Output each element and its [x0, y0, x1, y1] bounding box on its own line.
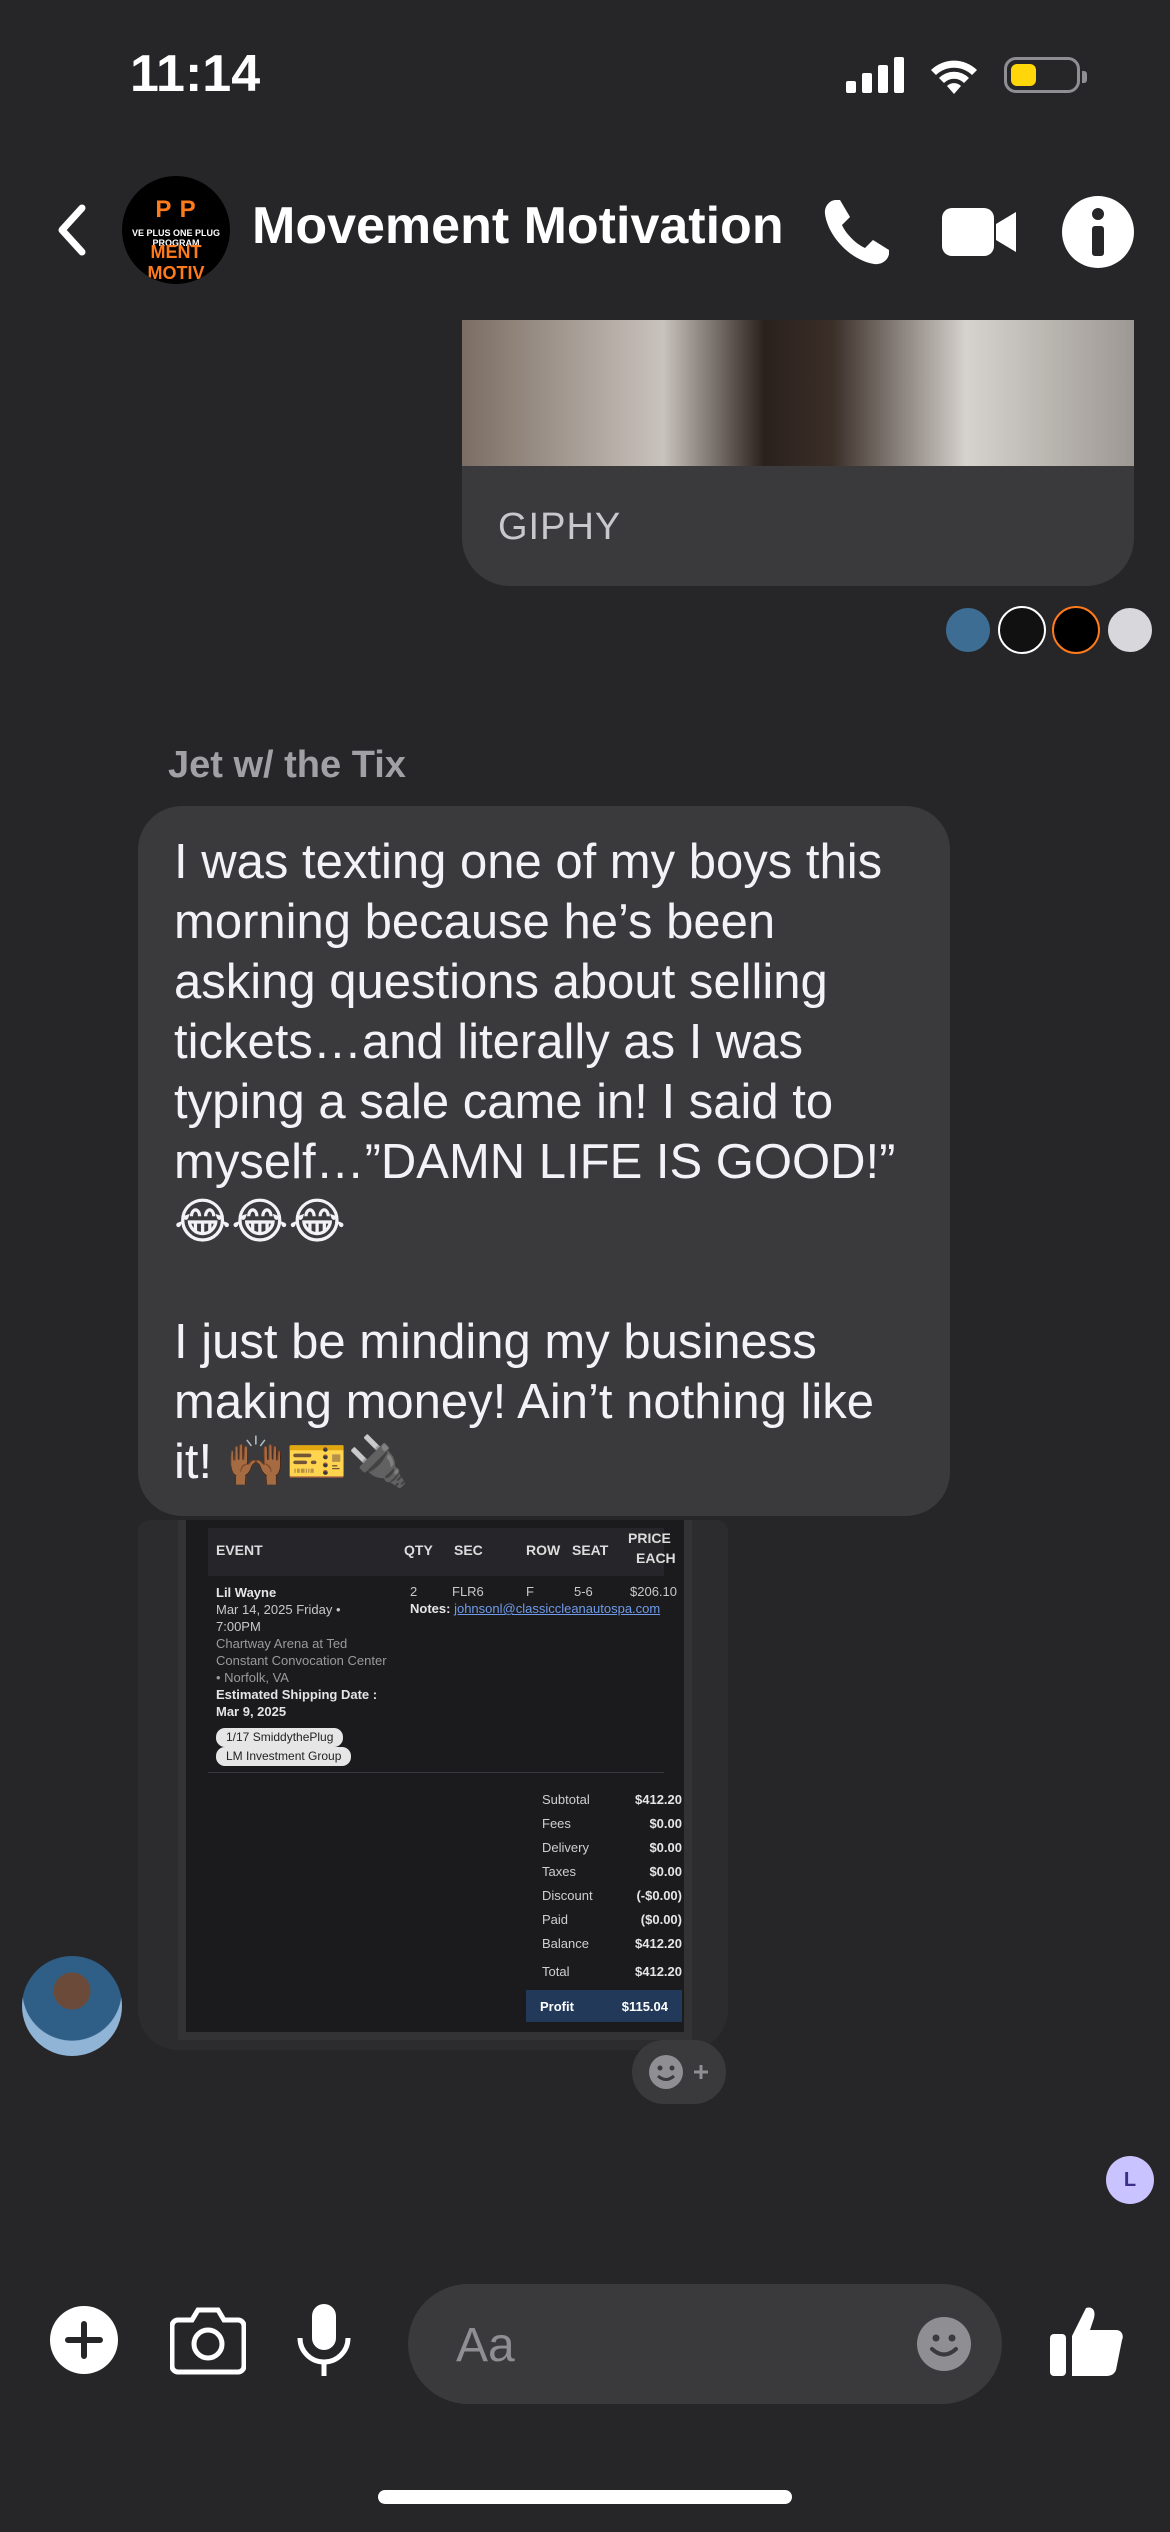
total-row-total: Total $412.20 [542, 1964, 682, 1979]
venue-line: Chartway Arena at Ted [216, 1636, 348, 1651]
profit-value: $115.04 [621, 1998, 668, 2014]
info-icon[interactable] [1058, 192, 1138, 272]
message-text: I was texting one of my boys this mornin… [174, 835, 896, 1489]
microphone-icon[interactable] [292, 2300, 356, 2380]
tag-pill: LM Investment Group [216, 1747, 352, 1766]
col-price: PRICE [628, 1530, 671, 1546]
receipt-header-row: EVENT QTY SEC ROW SEAT PRICE EACH [208, 1528, 676, 1576]
giphy-image [462, 320, 1134, 466]
total-row-balance: Balance $412.20 [542, 1936, 682, 1951]
read-receipts[interactable] [944, 606, 1154, 654]
event-time: 7:00PM [216, 1619, 261, 1634]
profit-row: Profit $115.04 [526, 1990, 682, 2022]
wifi-icon [931, 60, 977, 94]
col-event: EVENT [216, 1542, 263, 1558]
receipt-image-message[interactable]: EVENT QTY SEC ROW SEAT PRICE EACH Lil Wa… [138, 1520, 728, 2050]
receipt: EVENT QTY SEC ROW SEAT PRICE EACH Lil Wa… [178, 1520, 692, 2040]
event-name: Lil Wayne [216, 1585, 277, 1600]
total-row-fees: Fees $0.00 [542, 1816, 682, 1831]
col-seat: SEAT [572, 1542, 609, 1558]
notes-email-link[interactable]: johnsonl@classiccleanautospa.com [454, 1601, 660, 1616]
col-sec: SEC [454, 1542, 483, 1558]
read-avatar [1106, 606, 1154, 654]
read-avatar [998, 606, 1046, 654]
sender-avatar[interactable] [22, 1956, 122, 2056]
venue-line: • Norfolk, VA [216, 1670, 289, 1685]
emoji-icon[interactable] [916, 2316, 972, 2372]
giphy-message[interactable]: GIPHY [462, 320, 1134, 586]
total-row-paid: Paid ($0.00) [542, 1912, 682, 1927]
avatar-logo-bottom: MENT MOTIV [147, 242, 205, 283]
video-camera-icon[interactable] [940, 192, 1020, 272]
profit-label: Profit [540, 1998, 574, 2014]
divider [208, 1772, 664, 1773]
qty-value: 2 [410, 1584, 418, 1599]
row-value: F [526, 1584, 534, 1599]
battery-icon [1004, 57, 1087, 93]
sender-name: Jet w/ the Tix [168, 744, 406, 786]
avatar-logo-top: P P [155, 196, 197, 223]
venue-line: Constant Convocation Center [216, 1653, 387, 1668]
group-avatar[interactable]: P P VE PLUS ONE PLUG PROGRAM MENT MOTIV [122, 176, 230, 284]
read-avatar-small: L [1106, 2156, 1154, 2204]
total-row-subtotal: Subtotal $412.20 [542, 1792, 682, 1807]
col-qty: QTY [404, 1542, 433, 1558]
ship-label: Estimated Shipping Date : [216, 1687, 378, 1702]
sec-value: FLR6 [452, 1584, 484, 1599]
notes-label: Notes: [410, 1601, 451, 1616]
add-reaction-button[interactable] [632, 2040, 726, 2104]
chat-title[interactable]: Movement Motivation [252, 196, 784, 256]
phone-icon[interactable] [818, 192, 898, 272]
plus-icon[interactable] [48, 2304, 120, 2376]
message-bubble[interactable]: I was texting one of my boys this mornin… [138, 806, 950, 1516]
back-chevron-icon[interactable] [48, 200, 98, 260]
total-row-discount: Discount (-$0.00) [542, 1888, 682, 1903]
event-date: Mar 14, 2025 Friday • [216, 1602, 341, 1617]
message-input-placeholder: Aa [456, 2319, 515, 2372]
total-row-taxes: Taxes $0.00 [542, 1864, 682, 1879]
col-row: ROW [526, 1542, 561, 1558]
event-details: Lil Wayne Mar 14, 2025 Friday • 7:00PM C… [216, 1584, 396, 1766]
thumbs-up-icon[interactable] [1046, 2300, 1126, 2380]
home-indicator [378, 2490, 792, 2504]
col-price-each: EACH [636, 1550, 676, 1566]
total-row-delivery: Delivery $0.00 [542, 1840, 682, 1855]
price-value: $206.10 [630, 1584, 677, 1599]
giphy-label: GIPHY [498, 506, 622, 548]
tag-pill: 1/17 SmiddythePlug [216, 1728, 344, 1747]
status-time: 11:14 [130, 45, 261, 103]
seat-value: 5-6 [574, 1584, 593, 1599]
message-input[interactable]: Aa [408, 2284, 1002, 2404]
notes-line: Notes: johnsonl@classiccleanautospa.com [410, 1601, 660, 1616]
read-avatar [1052, 606, 1100, 654]
smiley-plus-icon [649, 2055, 708, 2089]
read-avatar [944, 606, 992, 654]
signal-icon [846, 57, 904, 93]
ship-date: Mar 9, 2025 [216, 1704, 287, 1719]
status-icons [846, 56, 1087, 94]
camera-icon[interactable] [170, 2304, 246, 2376]
